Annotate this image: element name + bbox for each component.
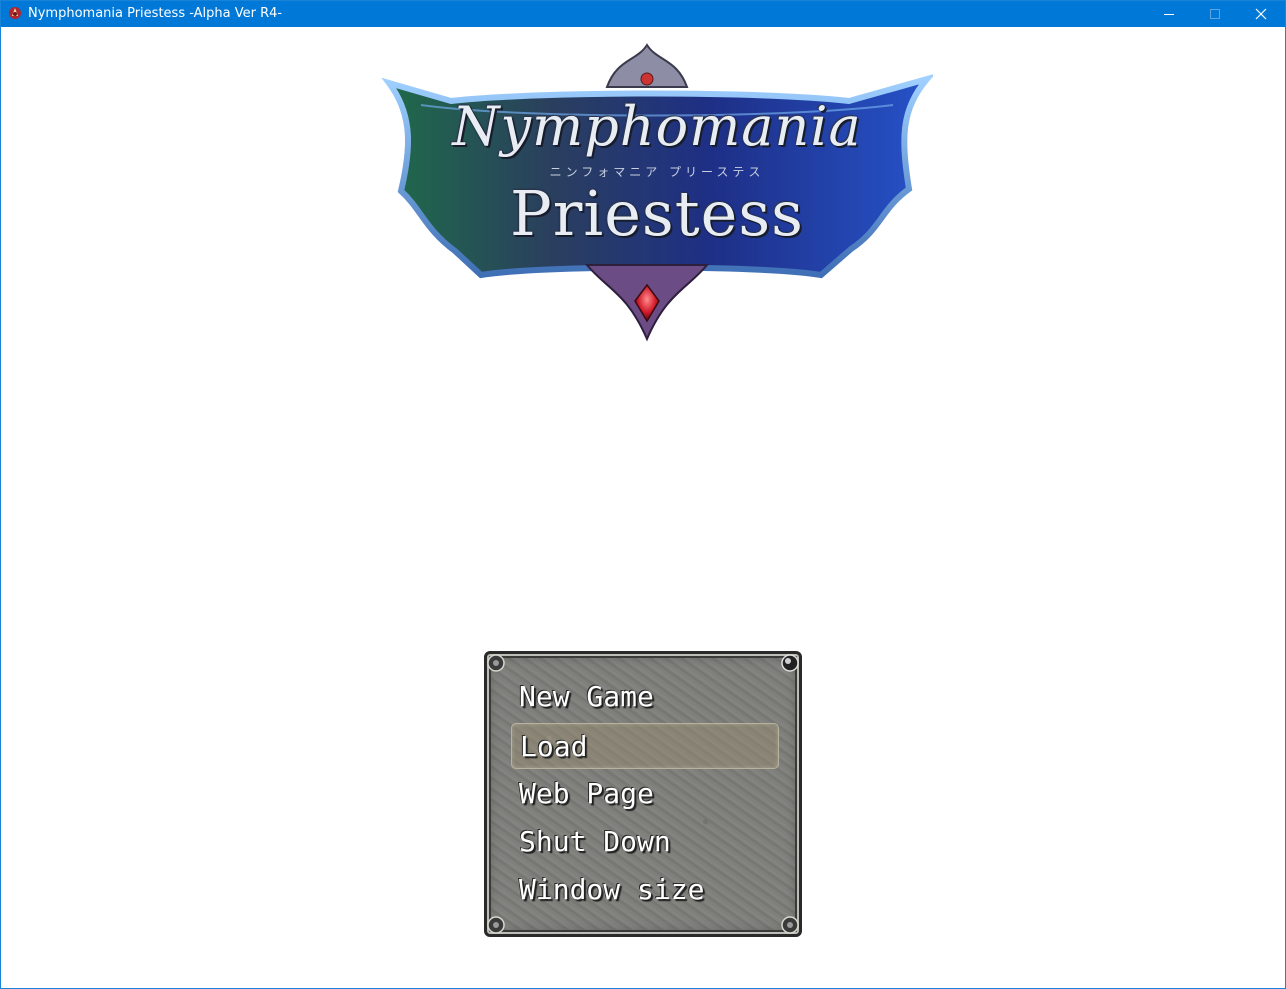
- menu-item-new-game[interactable]: New Game: [511, 674, 779, 720]
- minimize-icon: [1164, 14, 1174, 15]
- menu-corner-ornament-icon: [781, 654, 799, 672]
- game-window: Nymphomania Priestess -Alpha Ver R4- Nym…: [0, 0, 1286, 989]
- menu-item-window-size[interactable]: Window size: [511, 867, 779, 913]
- maximize-button[interactable]: [1192, 1, 1238, 27]
- title-bar[interactable]: Nymphomania Priestess -Alpha Ver R4-: [1, 1, 1285, 27]
- app-icon: [9, 7, 21, 19]
- menu-item-load[interactable]: Load: [511, 723, 779, 769]
- game-screen[interactable]: Nymphomania ニンフォマニア プリーステス Priestess New…: [3, 27, 1284, 987]
- close-icon: [1255, 8, 1267, 20]
- menu-item-web-page[interactable]: Web Page: [511, 771, 779, 817]
- minimize-button[interactable]: [1146, 1, 1192, 27]
- maximize-icon: [1210, 9, 1220, 19]
- title-menu: New Game Load Web Page Shut Down Window …: [484, 651, 802, 937]
- game-logo: Nymphomania ニンフォマニア プリーステス Priestess: [381, 39, 936, 359]
- logo-title-line1: Nymphomania: [452, 95, 862, 158]
- menu-corner-ornament-icon: [781, 916, 799, 934]
- close-button[interactable]: [1238, 1, 1284, 27]
- menu-item-shut-down[interactable]: Shut Down: [511, 819, 779, 865]
- menu-corner-ornament-icon: [487, 916, 505, 934]
- menu-corner-ornament-icon: [487, 654, 505, 672]
- logo-title-line2: Priestess: [510, 177, 804, 250]
- window-title: Nymphomania Priestess -Alpha Ver R4-: [28, 6, 283, 21]
